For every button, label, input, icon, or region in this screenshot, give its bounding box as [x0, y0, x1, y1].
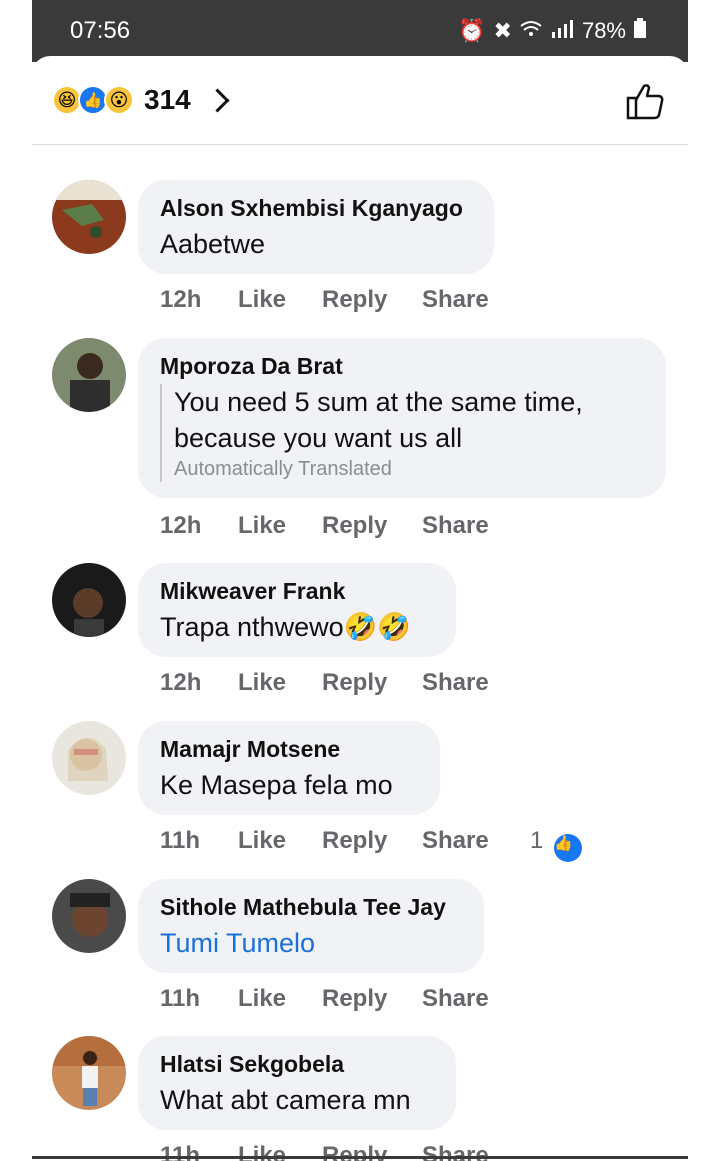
translated-block: You need 5 sum at the same time, because…: [160, 384, 644, 482]
comment-actions: 12h Like Reply Share: [160, 669, 522, 697]
mute-icon: ✖: [493, 18, 512, 43]
like-button[interactable]: Like: [238, 669, 322, 697]
translation-note[interactable]: Automatically Translated: [174, 456, 644, 482]
reply-button[interactable]: Reply: [322, 286, 422, 314]
comment-text: You need 5 sum at the same time, because…: [174, 387, 583, 453]
comment-author[interactable]: Mikweaver Frank: [160, 577, 434, 605]
comment-author[interactable]: Alson Sxhembisi Kganyago: [160, 194, 472, 222]
chevron-right-icon: [205, 87, 230, 113]
wow-reaction-icon: 😮: [104, 85, 134, 115]
like-button[interactable]: Like: [238, 827, 322, 862]
comment-text: Trapa nthwewo🤣🤣: [160, 612, 411, 642]
share-button[interactable]: Share: [422, 669, 522, 697]
avatar[interactable]: [52, 563, 126, 637]
reaction-summary[interactable]: 😆 👍 😮 314: [52, 84, 230, 116]
status-bar: 07:56 ⏰ ✖ 78%: [32, 0, 688, 62]
like-post-button[interactable]: [624, 80, 666, 122]
clock: 07:56: [70, 17, 131, 44]
comment-time: 11h: [160, 827, 201, 854]
comment-reaction-count: 1: [530, 827, 544, 854]
share-button[interactable]: Share: [422, 512, 522, 540]
comment-time: 12h: [160, 669, 202, 696]
reply-button[interactable]: Reply: [322, 669, 422, 697]
comment-reactions[interactable]: 1 👍: [530, 827, 583, 862]
signal-icon: [550, 18, 574, 44]
reply-button[interactable]: Reply: [322, 512, 422, 540]
wifi-icon: [520, 18, 542, 44]
avatar[interactable]: [52, 1036, 126, 1110]
comment-actions: 11h Like Reply Share: [160, 985, 522, 1013]
battery-level: 78%: [581, 18, 626, 43]
like-reaction-icon: 👍: [554, 834, 583, 862]
comment-author[interactable]: Mporoza Da Brat: [160, 352, 644, 380]
comment-actions: 11h Like Reply Share 1 👍: [160, 827, 583, 862]
status-icons: ⏰ ✖ 78%: [458, 18, 646, 44]
share-button[interactable]: Share: [422, 286, 522, 314]
thumbs-up-icon: [626, 84, 664, 120]
comment-actions: 12h Like Reply Share: [160, 512, 522, 540]
reaction-count: 314: [144, 84, 191, 115]
comment-author[interactable]: Sithole Mathebula Tee Jay: [160, 893, 462, 921]
comment-text: Aabetwe: [160, 229, 266, 259]
comment-bubble[interactable]: Sithole Mathebula Tee Jay Tumi Tumelo: [138, 879, 484, 973]
reply-button[interactable]: Reply: [322, 985, 422, 1013]
comment-bubble[interactable]: Mikweaver Frank Trapa nthwewo🤣🤣: [138, 563, 456, 657]
reply-button[interactable]: Reply: [322, 827, 422, 862]
share-button[interactable]: Share: [422, 827, 522, 862]
like-button[interactable]: Like: [238, 286, 322, 314]
mentioned-user-link[interactable]: Tumi Tumelo: [160, 925, 462, 961]
avatar[interactable]: [52, 180, 126, 254]
comment-time: 12h: [160, 286, 202, 313]
comment-text: Ke Masepa fela mo: [160, 770, 393, 800]
comment-bubble[interactable]: Mporoza Da Brat You need 5 sum at the sa…: [138, 338, 666, 498]
like-button[interactable]: Like: [238, 985, 322, 1013]
avatar[interactable]: [52, 879, 126, 953]
comment-time: 11h: [160, 985, 201, 1012]
comment-author[interactable]: Mamajr Motsene: [160, 735, 418, 763]
comment-time: 12h: [160, 512, 202, 539]
avatar[interactable]: [52, 338, 126, 412]
avatar[interactable]: [52, 721, 126, 795]
share-button[interactable]: Share: [422, 985, 522, 1013]
reactions-header: 😆 👍 😮 314: [32, 56, 688, 145]
comment-actions: 12h Like Reply Share: [160, 286, 522, 314]
comment-text: What abt camera mn: [160, 1085, 411, 1115]
comment-bubble[interactable]: Alson Sxhembisi Kganyago Aabetwe: [138, 180, 494, 274]
comment-bubble[interactable]: Mamajr Motsene Ke Masepa fela mo: [138, 721, 440, 815]
comment-bubble[interactable]: Hlatsi Sekgobela What abt camera mn: [138, 1036, 456, 1130]
alarm-icon: ⏰: [458, 18, 486, 43]
like-button[interactable]: Like: [238, 512, 322, 540]
comment-author[interactable]: Hlatsi Sekgobela: [160, 1050, 434, 1078]
bottom-divider: [32, 1156, 688, 1159]
comments-sheet: 😆 👍 😮 314 Alson Sxhembisi Kganyago Aabet…: [32, 56, 688, 1161]
battery-icon: [634, 18, 646, 44]
